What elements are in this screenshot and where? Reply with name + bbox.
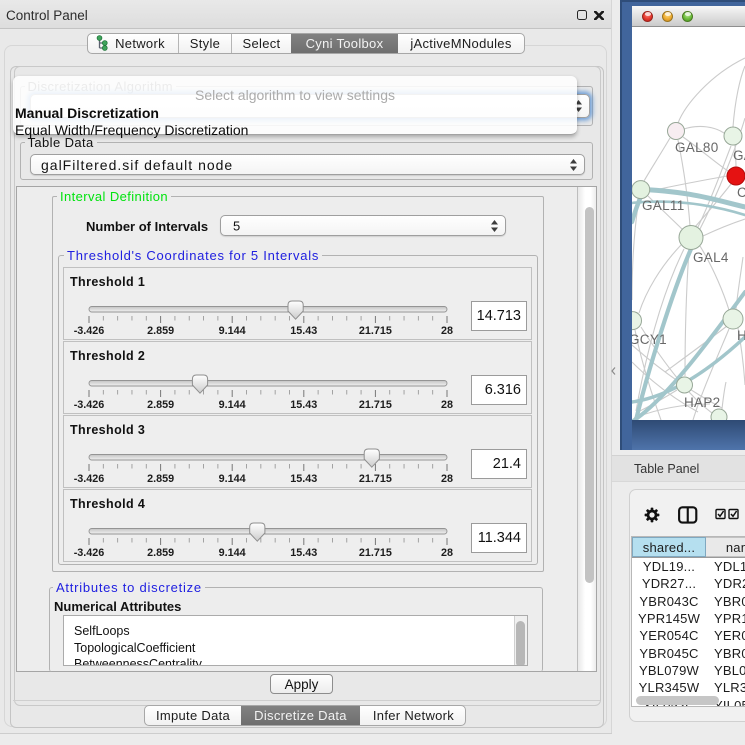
svg-text:21.715: 21.715 <box>359 325 392 337</box>
svg-text:-3.426: -3.426 <box>74 473 105 485</box>
svg-text:GAL80: GAL80 <box>675 140 719 155</box>
svg-text:15.43: 15.43 <box>290 473 317 485</box>
svg-text:-3.426: -3.426 <box>74 325 105 337</box>
svg-text:2.859: 2.859 <box>147 325 174 337</box>
svg-text:-3.426: -3.426 <box>74 547 105 559</box>
svg-text:15.43: 15.43 <box>290 399 317 411</box>
svg-text:GCY1: GCY1 <box>632 332 667 347</box>
svg-text:HAP2: HAP2 <box>684 395 720 410</box>
svg-text:2.859: 2.859 <box>147 399 174 411</box>
svg-text:28: 28 <box>441 399 453 411</box>
svg-text:GAL1: GAL1 <box>733 148 745 163</box>
svg-text:15.43: 15.43 <box>290 547 317 559</box>
svg-text:GAL11: GAL11 <box>642 198 685 213</box>
svg-text:9.144: 9.144 <box>219 473 246 485</box>
svg-text:-3.426: -3.426 <box>74 399 105 411</box>
svg-text:9.144: 9.144 <box>219 399 246 411</box>
svg-text:21.715: 21.715 <box>359 473 392 485</box>
svg-text:HA: HA <box>737 328 745 343</box>
svg-text:28: 28 <box>441 325 453 337</box>
svg-text:21.715: 21.715 <box>359 547 392 559</box>
svg-text:2.859: 2.859 <box>147 473 174 485</box>
svg-text:21.715: 21.715 <box>359 399 392 411</box>
svg-text:GAL4: GAL4 <box>693 250 729 265</box>
svg-text:28: 28 <box>441 473 453 485</box>
svg-text:15.43: 15.43 <box>290 325 317 337</box>
svg-text:9.144: 9.144 <box>219 547 246 559</box>
svg-text:CD: CD <box>737 185 745 200</box>
svg-text:28: 28 <box>441 547 453 559</box>
svg-text:2.859: 2.859 <box>147 547 174 559</box>
svg-text:9.144: 9.144 <box>219 325 246 337</box>
